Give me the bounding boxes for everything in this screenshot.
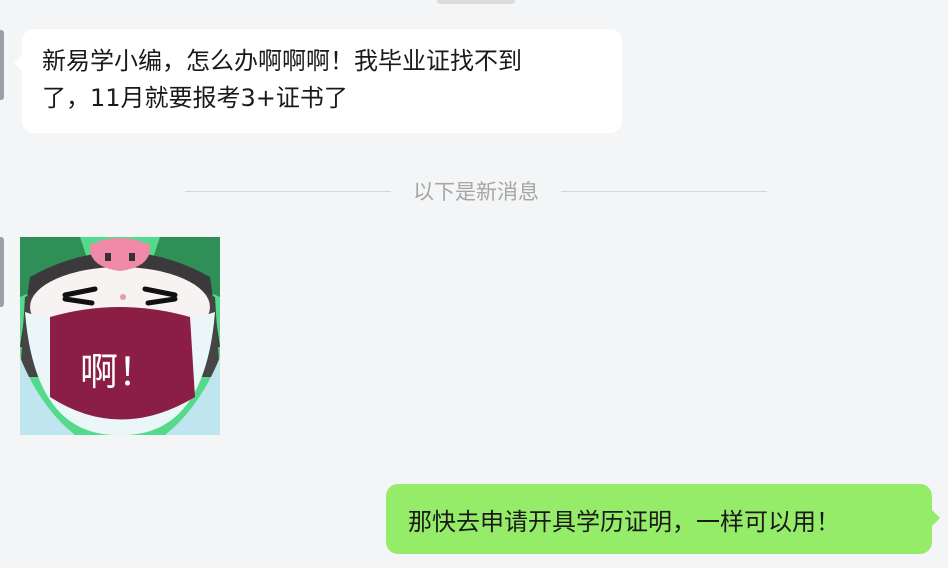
avatar[interactable] [0,30,4,100]
message-text-line: 了，11月就要报考3+证书了 [42,84,348,112]
message-text: 那快去申请开具学历证明，一样可以用！ [408,507,840,536]
divider-line-right [561,190,767,192]
outgoing-message-bubble[interactable]: 那快去申请开具学历证明，一样可以用！ [386,484,940,554]
sticker-message[interactable] [20,237,220,435]
incoming-message-bubble[interactable]: 新易学小编，怎么办啊啊啊！我毕业证找不到 了，11月就要报考3+证书了 [14,29,622,133]
new-messages-divider: 以下是新消息 [185,177,767,205]
message-text-line: 新易学小编，怎么办啊啊啊！我毕业证找不到 [42,47,522,75]
crying-cartoon-sticker-icon [20,237,220,435]
sticker-caption: 啊！ [79,350,156,394]
avatar[interactable] [0,237,4,307]
top-tab-indicator [437,0,515,4]
divider-line-left [185,190,391,192]
divider-label: 以下是新消息 [413,180,539,204]
